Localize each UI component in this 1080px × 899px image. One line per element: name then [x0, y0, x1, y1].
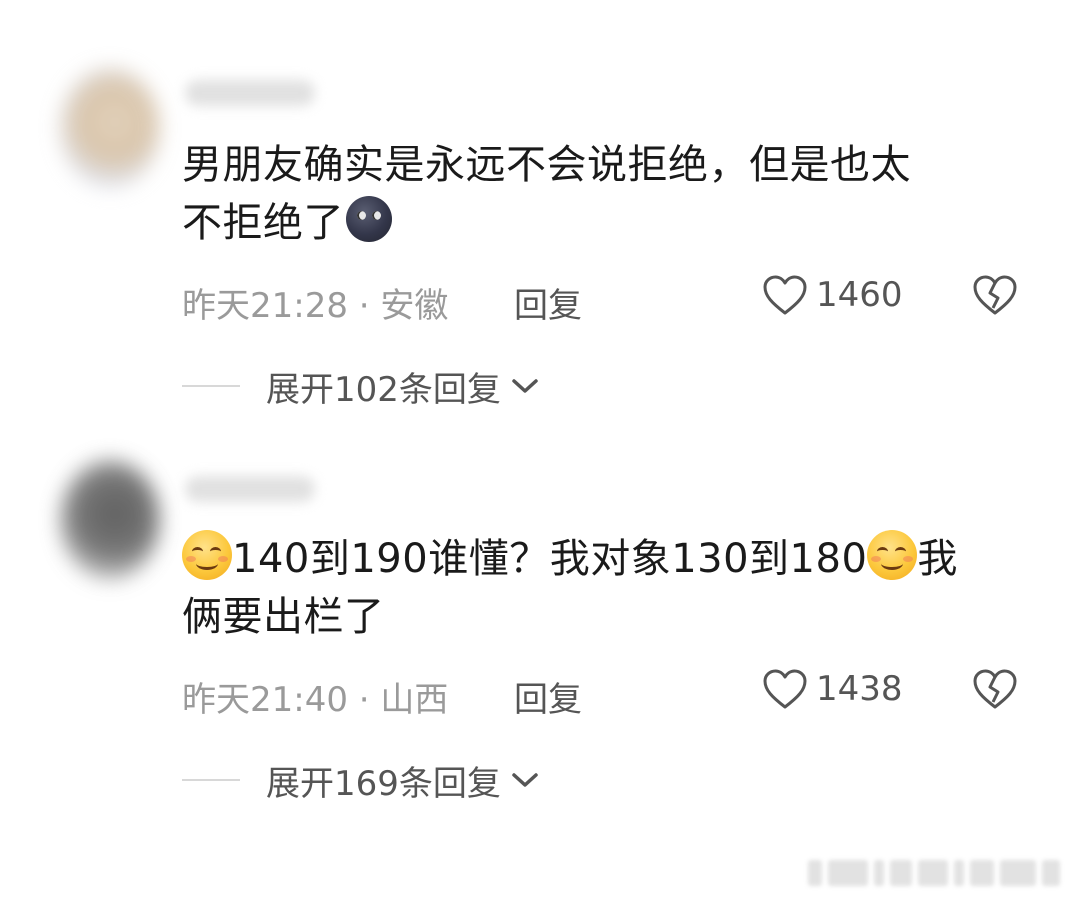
broken-heart-icon [973, 275, 1017, 315]
comment-text-line1-b: 我 [917, 536, 958, 582]
comment-meta: 昨天21:28 · 安徽 回复 1460 [182, 275, 1042, 326]
reply-button[interactable]: 回复 [514, 672, 582, 721]
like-button[interactable]: 1460 [762, 274, 903, 316]
new-moon-face-icon [346, 196, 392, 242]
heart-outline-icon [763, 275, 807, 315]
broken-heart-icon [973, 669, 1017, 709]
expand-replies-label: 展开169条回复 [266, 763, 501, 804]
dislike-button[interactable] [972, 274, 1018, 325]
smiling-face-icon [182, 530, 232, 580]
divider-line [182, 385, 240, 387]
comment-meta: 昨天21:40 · 山西 回复 1438 [182, 669, 1042, 720]
comment-text-line2: 俩要出栏了 [182, 594, 385, 640]
comment-text-line1-a: 140到190谁懂？我对象130到180 [232, 536, 868, 582]
avatar[interactable] [60, 460, 160, 580]
time-location: 昨天21:28 · 安徽 [182, 286, 449, 326]
reply-button[interactable]: 回复 [514, 278, 582, 327]
comment-text-line1: 男朋友确实是永远不会说拒绝，但是也太 [182, 142, 911, 188]
smiling-face-icon [867, 530, 918, 580]
expand-replies-button[interactable]: 展开169条回复 [182, 758, 539, 804]
chevron-down-icon [512, 773, 538, 787]
username-blurred[interactable] [185, 80, 315, 106]
username-blurred[interactable] [185, 476, 315, 502]
dislike-button[interactable] [972, 668, 1018, 719]
like-count: 1438 [816, 669, 903, 709]
like-button[interactable]: 1438 [762, 668, 903, 710]
divider-line [182, 779, 240, 781]
time-location: 昨天21:40 · 山西 [182, 680, 449, 720]
expand-replies-label: 展开102条回复 [266, 369, 501, 410]
comment-text-line2: 不拒绝了 [182, 200, 344, 246]
avatar[interactable] [60, 68, 160, 188]
like-count: 1460 [816, 275, 903, 315]
watermark-blurred [808, 858, 1070, 888]
heart-outline-icon [763, 669, 807, 709]
comment-text: 男朋友确实是永远不会说拒绝，但是也太 不拒绝了 [182, 136, 1022, 252]
comment-text: 140到190谁懂？我对象130到180 我 俩要出栏了 [182, 530, 1022, 646]
chevron-down-icon [512, 379, 538, 393]
expand-replies-button[interactable]: 展开102条回复 [182, 364, 539, 410]
